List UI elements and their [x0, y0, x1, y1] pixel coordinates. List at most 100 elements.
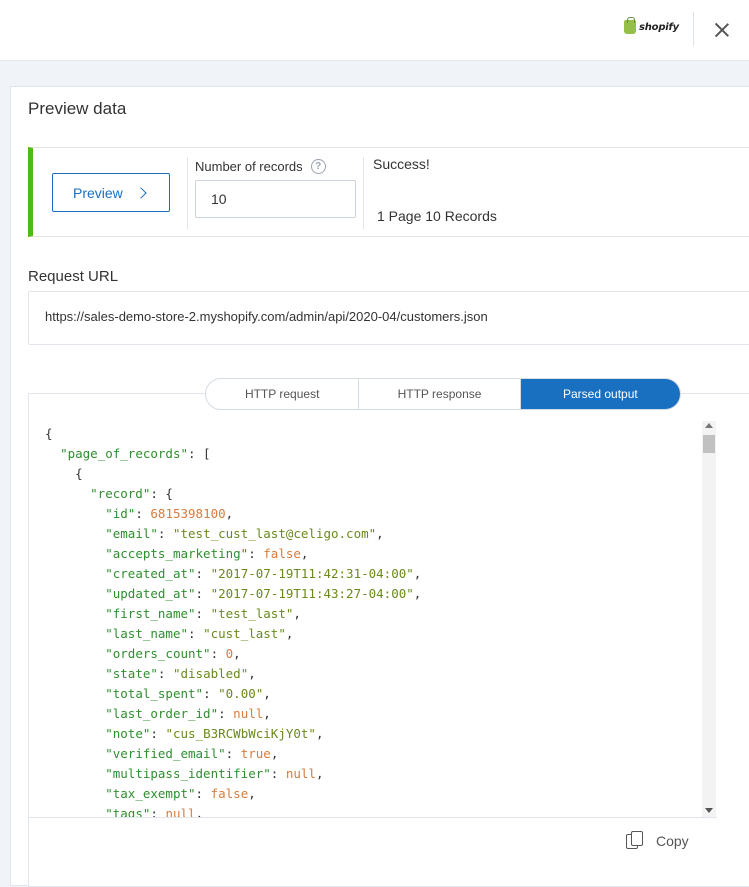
code-line: "note": "cus_B3RCWbWciKjY0t", [45, 724, 717, 744]
code-token: : [195, 566, 211, 581]
code-token: "email" [105, 526, 158, 541]
code-line: "last_name": "cust_last", [45, 624, 717, 644]
code-token: "record" [90, 486, 151, 501]
code-line: "email": "test_cust_last@celigo.com", [45, 524, 717, 544]
code-token: "test_cust_last@celigo.com" [172, 526, 377, 541]
code-viewer[interactable]: { "page_of_records": [ { "record": { "id… [29, 424, 717, 818]
copy-label: Copy [656, 833, 689, 849]
code-line: "tags": null, [45, 804, 717, 818]
code-line: "state": "disabled", [45, 664, 717, 684]
chevron-right-icon [135, 186, 147, 199]
code-token: "orders_count" [105, 646, 211, 661]
copy-icon [626, 831, 644, 851]
code-token: false [210, 786, 249, 801]
scroll-down-icon[interactable] [705, 808, 713, 813]
code-token: "first_name" [105, 606, 196, 621]
records-label-text: Number of records [195, 159, 303, 174]
code-token: "note" [105, 726, 151, 741]
output-tabs: HTTP request HTTP response Parsed output [205, 378, 681, 410]
code-line: "verified_email": true, [45, 744, 717, 764]
code-token: "total_spent" [105, 686, 204, 701]
code-token: true [240, 746, 271, 761]
code-token: : [195, 586, 211, 601]
code-token: : [150, 806, 166, 818]
scroll-up-icon[interactable] [705, 423, 713, 428]
code-line: { [45, 464, 717, 484]
code-token: , [263, 706, 271, 721]
records-summary: 1 Page 10 Records [377, 208, 497, 224]
records-input[interactable]: 10 [195, 180, 356, 218]
code-line: "last_order_id": null, [45, 704, 717, 724]
preview-button[interactable]: Preview [52, 173, 170, 212]
code-line: "first_name": "test_last", [45, 604, 717, 624]
code-token: "2017-07-19T11:42:31-04:00" [210, 566, 414, 581]
code-token: , [413, 566, 422, 581]
preview-button-label: Preview [73, 184, 123, 201]
request-url-label: Request URL [28, 268, 119, 285]
code-token: : [150, 726, 166, 741]
top-bar: shopify [0, 0, 749, 61]
scrollbar[interactable] [702, 421, 716, 817]
code-token: : [270, 766, 286, 781]
status-text: Success! [373, 156, 430, 172]
code-token: , [263, 686, 271, 701]
code-token: , [300, 546, 309, 561]
code-token: : [218, 706, 234, 721]
code-token: : [ [188, 446, 211, 461]
scroll-thumb[interactable] [703, 435, 715, 453]
code-token: "tags" [105, 806, 151, 818]
code-token: , [376, 526, 384, 541]
code-token: : [210, 646, 226, 661]
code-token: "2017-07-19T11:43:27-04:00" [210, 586, 414, 601]
code-token: : { [150, 486, 173, 501]
code-token: , [195, 806, 204, 818]
code-token: , [248, 786, 256, 801]
output-panel: HTTP request HTTP response Parsed output… [28, 378, 749, 887]
divider [187, 157, 188, 229]
code-line: "page_of_records": [ [45, 444, 717, 464]
code-token: { [45, 426, 53, 441]
help-icon[interactable]: ? [310, 159, 326, 174]
code-token: "verified_email" [105, 746, 226, 761]
preview-panel: Preview data Preview Number of records ?… [10, 86, 749, 887]
code-token: "created_at" [105, 566, 196, 581]
code-token: , [293, 606, 301, 621]
panel-title: Preview data [28, 99, 127, 118]
request-url-box: https://sales-demo-store-2.myshopify.com… [28, 291, 749, 345]
divider [693, 12, 694, 46]
code-token: : [157, 526, 173, 541]
code-token: : [248, 546, 264, 561]
request-url: https://sales-demo-store-2.myshopify.com… [45, 309, 488, 324]
tab-http-response[interactable]: HTTP response [359, 379, 521, 409]
close-icon[interactable] [712, 20, 732, 40]
shopify-logo-text: shopify [639, 21, 679, 33]
code-token: null [285, 766, 316, 781]
code-token: , [233, 646, 241, 661]
code-line: "orders_count": 0, [45, 644, 717, 664]
code-token: { [45, 466, 83, 481]
code-token: , [315, 726, 324, 741]
code-token: "0.00" [218, 686, 264, 701]
code-token: : [188, 626, 204, 641]
code-token: : [157, 666, 173, 681]
code-line: "record": { [45, 484, 717, 504]
code-token: null [165, 806, 196, 818]
code-token: null [233, 706, 264, 721]
code-token: : [225, 746, 241, 761]
tab-http-request[interactable]: HTTP request [206, 379, 360, 409]
tab-parsed-output[interactable]: Parsed output [520, 379, 680, 409]
copy-button[interactable]: Copy [626, 831, 689, 851]
